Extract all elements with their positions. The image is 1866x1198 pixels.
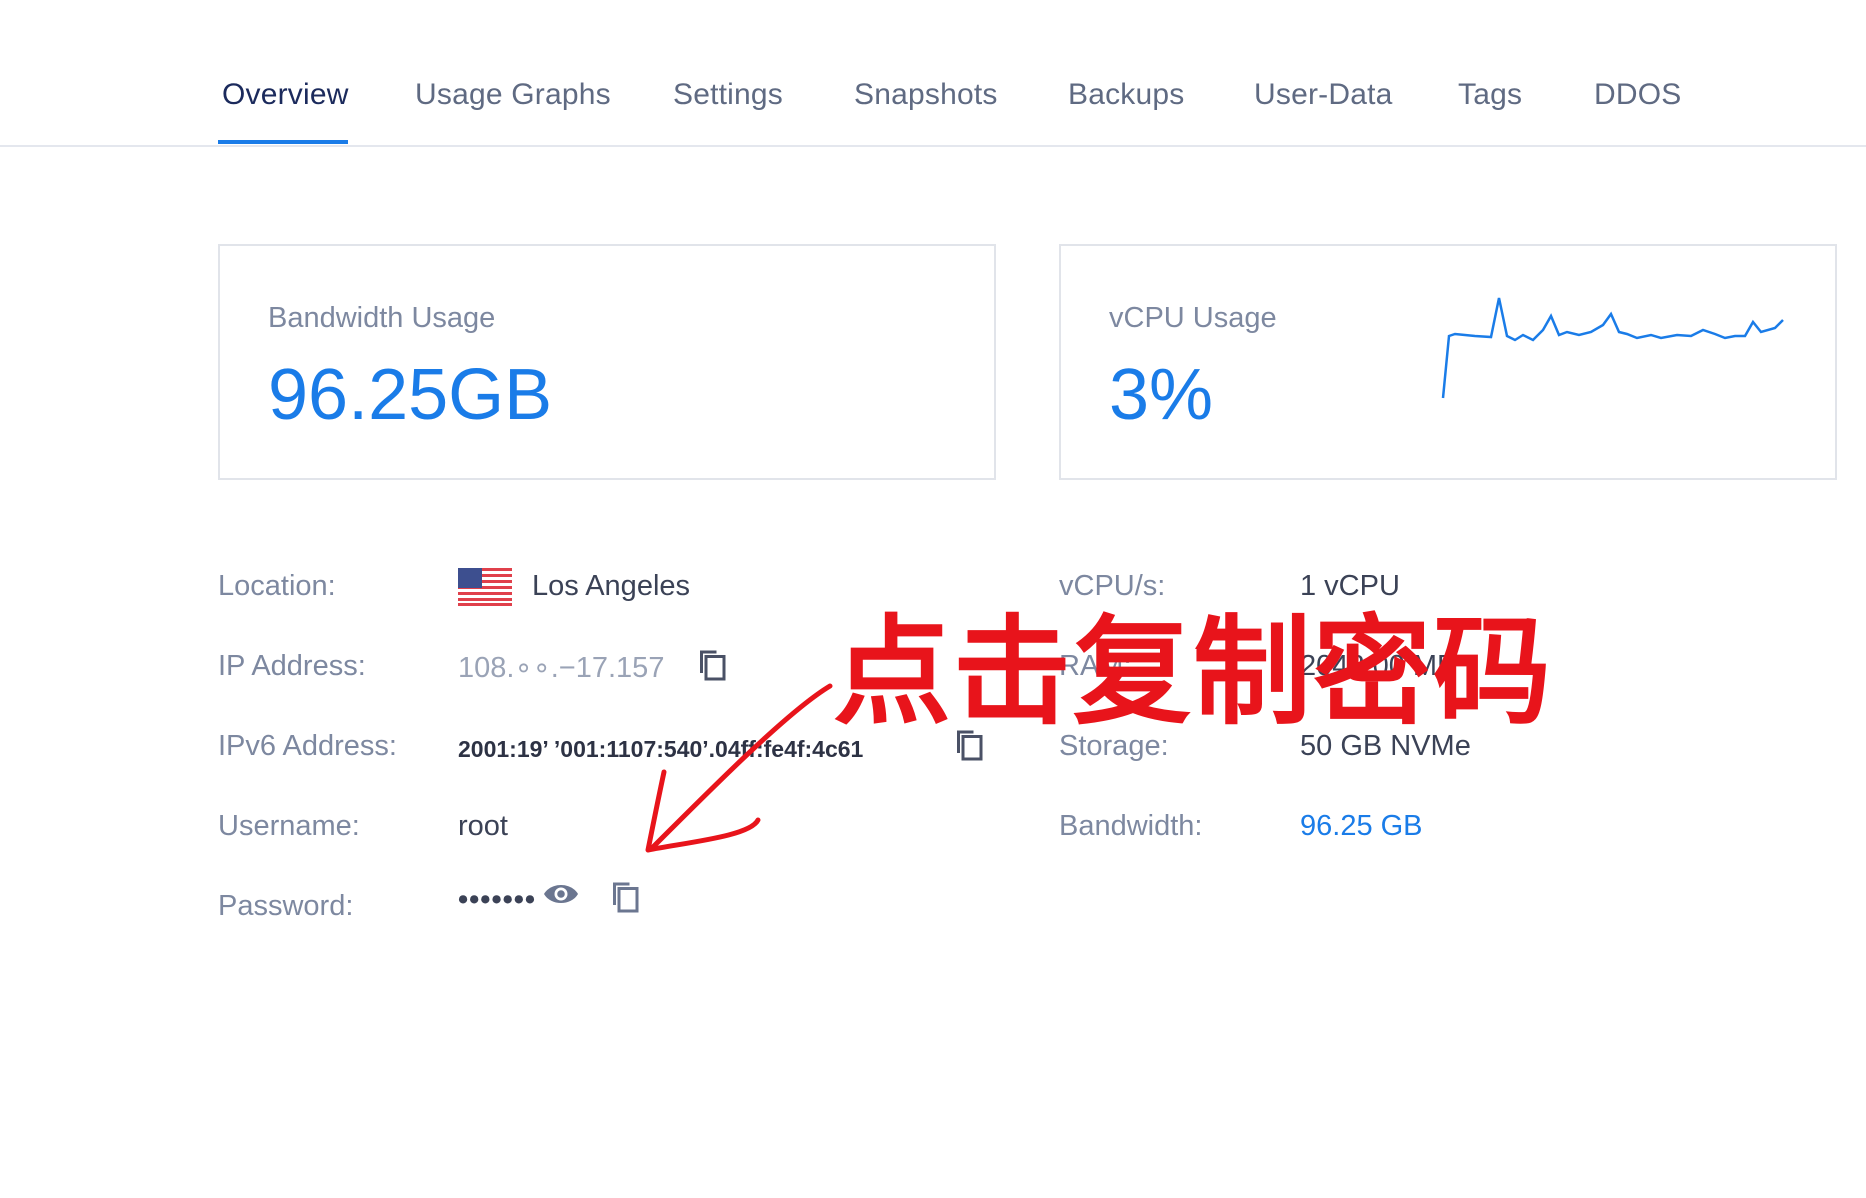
bandwidth-usage-card: Bandwidth Usage 96.25GB xyxy=(218,244,996,480)
copy-password-icon[interactable] xyxy=(607,876,643,916)
tab-bar: Overview Usage Graphs Settings Snapshots… xyxy=(0,0,1866,147)
vcpu-usage-card: vCPU Usage 3% xyxy=(1059,244,1837,480)
annotation-arrow-icon xyxy=(645,683,833,853)
vcpu-usage-value: 3% xyxy=(1109,355,1214,435)
location-value: Los Angeles xyxy=(532,570,691,602)
vcpu-usage-label: vCPU Usage xyxy=(1109,302,1277,334)
tab-user-data[interactable]: User-Data xyxy=(1254,78,1393,112)
password-label: Password: xyxy=(218,890,354,922)
password-value[interactable]: ••••••• xyxy=(458,884,536,917)
tab-tags[interactable]: Tags xyxy=(1458,78,1522,112)
tab-snapshots[interactable]: Snapshots xyxy=(854,78,998,112)
annotation-text: 点击复制密码 xyxy=(833,603,1554,741)
bandwidth-usage-label: Bandwidth Usage xyxy=(268,302,496,334)
tab-backups[interactable]: Backups xyxy=(1068,78,1184,112)
active-tab-indicator xyxy=(218,140,348,144)
cpu-usage-sparkline xyxy=(1441,297,1784,399)
ip-address-label: IP Address: xyxy=(218,650,366,682)
username-value[interactable]: root xyxy=(458,810,508,843)
ipv6-address-label: IPv6 Address: xyxy=(218,730,397,762)
bandwidth-usage-value: 96.25GB xyxy=(268,355,553,435)
tab-usage-graphs[interactable]: Usage Graphs xyxy=(415,78,611,112)
tab-settings[interactable]: Settings xyxy=(673,78,783,112)
us-flag-icon xyxy=(458,568,512,606)
show-password-eye-icon[interactable] xyxy=(543,880,579,908)
location-label: Location: xyxy=(218,570,336,602)
bandwidth-label: Bandwidth: xyxy=(1059,810,1203,842)
tab-ddos[interactable]: DDOS xyxy=(1594,78,1681,112)
bandwidth-value[interactable]: 96.25 GB xyxy=(1300,810,1423,843)
tab-overview[interactable]: Overview xyxy=(222,78,349,112)
username-label: Username: xyxy=(218,810,360,842)
